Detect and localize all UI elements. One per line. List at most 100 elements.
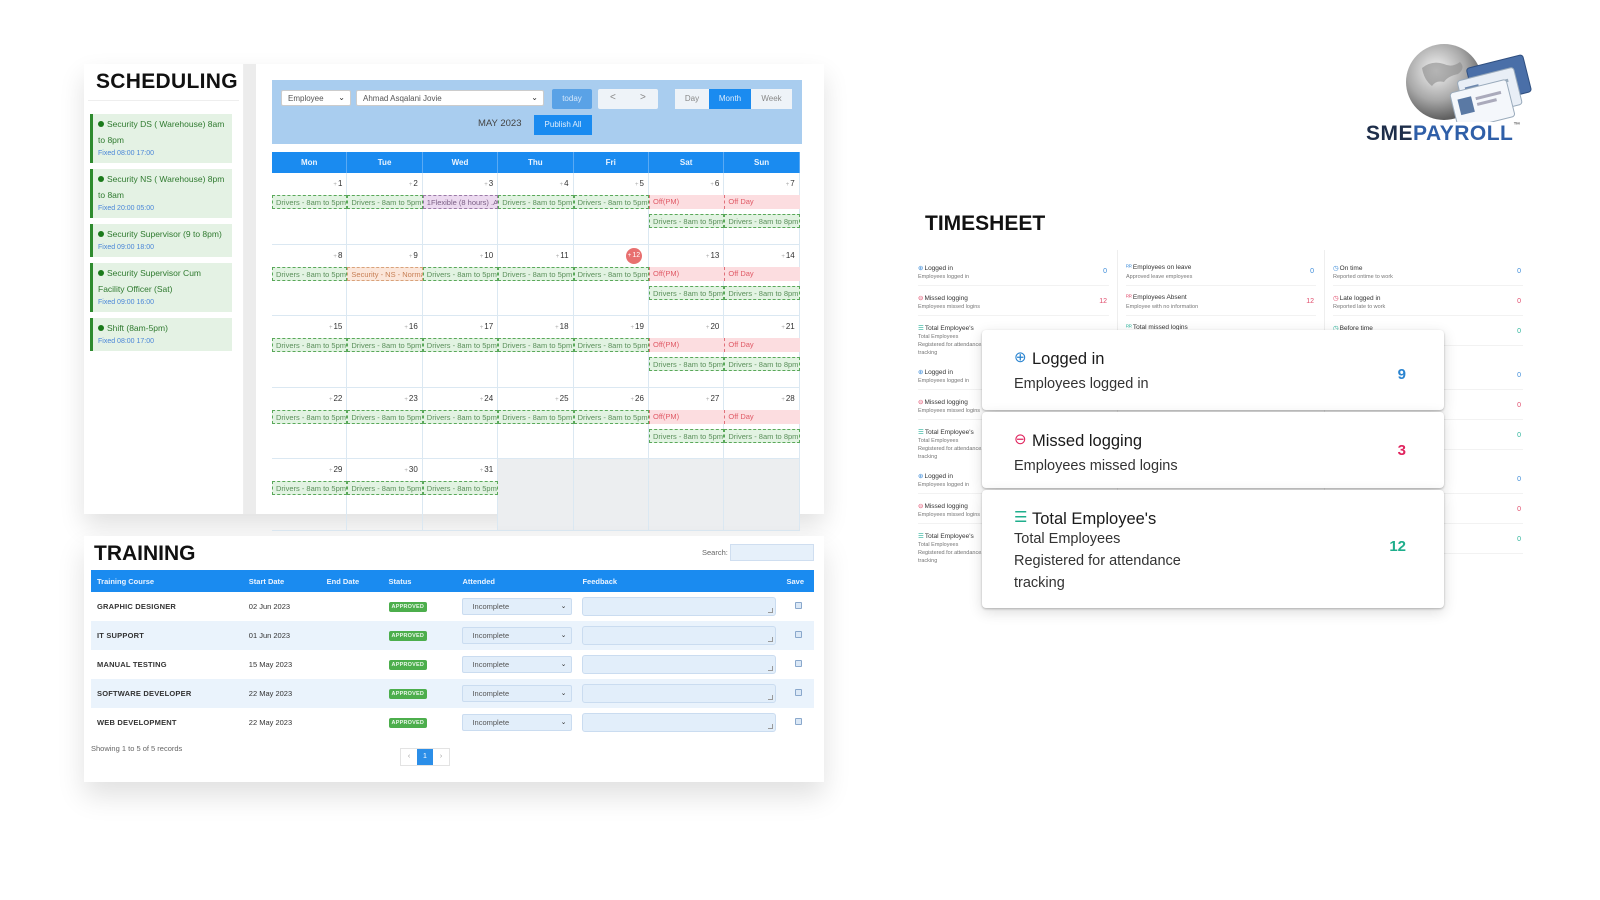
day-number[interactable]: 25 (555, 394, 569, 403)
shift-event[interactable]: Off(PM) (649, 266, 725, 281)
shift-event[interactable]: Drivers - 8am to 5pm (347, 338, 423, 352)
shift-event[interactable]: Security - NS - Normal (347, 266, 423, 281)
calendar-day[interactable] (648, 459, 725, 530)
stat-card-total-employee-s[interactable]: ☰ Total Employee's Total Employees Register… (982, 490, 1444, 608)
stat-row[interactable]: ⊕Logged in Employees logged in 0 (918, 256, 1109, 286)
day-number[interactable]: 21 (781, 322, 795, 331)
employee-select[interactable]: Ahmad Asqalani Jovie ⌄ (356, 90, 544, 106)
column-status[interactable]: Status (382, 570, 457, 592)
save-icon[interactable] (795, 689, 802, 696)
shift-event[interactable]: Drivers - 8am to 8pm (724, 285, 800, 300)
shift-event[interactable]: Drivers - 8am to 5pm (649, 428, 725, 443)
day-number[interactable]: 13 (706, 251, 719, 260)
save-icon[interactable] (795, 631, 802, 638)
column-feedback[interactable]: Feedback (576, 570, 781, 592)
stat-card-missed-logging[interactable]: ⊖ Missed logging Employees missed logins 3 (982, 412, 1444, 488)
shift-event[interactable]: Off Day (724, 338, 800, 352)
day-number[interactable]: 20 (706, 322, 719, 331)
sidebar-scrollbar[interactable] (244, 64, 256, 514)
shift-event[interactable]: Drivers - 8am to 8pm (724, 428, 800, 443)
shift-event[interactable]: Drivers - 8am to 5pm (498, 195, 574, 209)
calendar-day[interactable] (498, 459, 574, 530)
shift-event[interactable]: Drivers - 8am to 5pm (422, 481, 499, 495)
day-number[interactable]: 7 (786, 179, 794, 188)
shift-event[interactable]: Drivers - 8am to 5pm (498, 338, 574, 352)
day-number[interactable]: 11 (556, 251, 568, 260)
shift-event[interactable]: Drivers - 8am to 5pm (272, 195, 348, 209)
attended-select[interactable]: Incomplete ⌄ (462, 714, 573, 731)
shift-event[interactable]: Drivers - 8am to 5pm (573, 195, 649, 209)
shift-event[interactable]: Off Day (724, 266, 800, 281)
shift-event[interactable]: Off Day (724, 195, 800, 209)
day-number[interactable]: 3 (484, 179, 493, 188)
column-attended[interactable]: Attended (456, 570, 577, 592)
day-number[interactable]: 19 (631, 322, 644, 331)
day-number[interactable]: 31 (480, 465, 493, 474)
day-number[interactable]: 9 (409, 251, 417, 260)
column-training-course[interactable]: Training Course (91, 570, 243, 592)
attended-select[interactable]: Incomplete ⌄ (462, 598, 573, 615)
feedback-textarea[interactable] (582, 713, 777, 732)
day-number[interactable]: 29 (329, 465, 342, 474)
next-month-button[interactable]: > (640, 92, 646, 103)
shift-event[interactable]: Drivers - 8am to 5pm (272, 481, 348, 495)
feedback-textarea[interactable] (582, 684, 777, 703)
filter-type-select[interactable]: Employee ⌄ (281, 90, 351, 106)
today-day-number[interactable]: 12 (625, 247, 642, 264)
shift-event[interactable]: Drivers - 8am to 8pm (724, 214, 800, 228)
feedback-textarea[interactable] (582, 626, 777, 645)
shift-item[interactable]: Security Supervisor Cum Facility Officer… (90, 263, 232, 312)
calendar-day[interactable] (573, 459, 649, 530)
shift-event[interactable]: Drivers - 8am to 5pm (498, 266, 574, 281)
column-save[interactable]: Save (780, 570, 814, 592)
day-number[interactable]: 17 (480, 322, 493, 331)
prev-month-button[interactable]: < (610, 92, 616, 103)
day-number[interactable]: 14 (781, 251, 795, 260)
day-number[interactable]: 30 (404, 465, 418, 474)
day-number[interactable]: 5 (635, 179, 644, 188)
day-number[interactable]: 18 (555, 322, 569, 331)
stat-row[interactable]: ᴿᴿEmployees on leave Approved leave emplo… (1126, 256, 1316, 286)
shift-event[interactable]: Drivers - 8am to 5pm (573, 409, 649, 424)
stat-row[interactable]: ᴿᴿEmployees Absent Employee with no infor… (1126, 286, 1316, 316)
column-end-date[interactable]: End Date (320, 570, 383, 592)
shift-event[interactable]: Drivers - 8am to 8pm (724, 357, 800, 371)
day-number[interactable]: 1 (333, 179, 342, 188)
stat-card-logged-in[interactable]: ⊕ Logged in Employees logged in 9 (982, 330, 1444, 410)
stat-row[interactable]: ◷Late logged in Reported late to work 0 (1333, 286, 1523, 316)
shift-event[interactable]: Drivers - 8am to 5pm (573, 266, 649, 281)
day-number[interactable]: 4 (560, 179, 568, 188)
shift-event[interactable]: Drivers - 8am to 5pm (422, 338, 499, 352)
stat-row[interactable]: ⊖Missed logging Employees missed logins 12 (918, 286, 1109, 316)
day-number[interactable]: 2 (409, 179, 417, 188)
feedback-textarea[interactable] (582, 655, 777, 674)
shift-event[interactable]: Drivers - 8am to 5pm (649, 214, 725, 228)
shift-item[interactable]: Security Supervisor (9 to 8pm) Fixed 09:0… (90, 224, 232, 257)
day-number[interactable]: 6 (710, 179, 719, 188)
search-input[interactable] (730, 544, 814, 561)
save-icon[interactable] (795, 660, 802, 667)
page-1-button[interactable]: 1 (417, 749, 433, 765)
column-start-date[interactable]: Start Date (242, 570, 321, 592)
shift-event[interactable]: Drivers - 8am to 5pm (347, 481, 423, 495)
publish-all-button[interactable]: Publish All (534, 115, 592, 135)
day-number[interactable]: 15 (329, 322, 342, 331)
view-day-button[interactable]: Day (675, 89, 709, 109)
shift-list[interactable]: Security DS ( Warehouse) 8am to 8pm Fixed… (90, 114, 232, 352)
shift-event[interactable]: Drivers - 8am to 5pm (649, 357, 725, 371)
shift-item[interactable]: Shift (8am-5pm) Fixed 08:00 17:00 (90, 318, 232, 351)
day-number[interactable]: 26 (631, 394, 644, 403)
save-icon[interactable] (795, 718, 802, 725)
prev-page-button[interactable]: ‹ (401, 749, 417, 765)
shift-event[interactable]: 1Flexible (8 hours) .Al (422, 195, 499, 209)
day-number[interactable]: 8 (333, 251, 342, 260)
shift-event[interactable]: Drivers - 8am to 5pm (272, 409, 348, 424)
feedback-textarea[interactable] (582, 597, 777, 616)
shift-event[interactable]: Off(PM) (649, 338, 725, 352)
day-number[interactable]: 28 (781, 394, 795, 403)
attended-select[interactable]: Incomplete ⌄ (462, 627, 573, 644)
shift-event[interactable]: Off Day (724, 409, 800, 424)
save-icon[interactable] (795, 602, 802, 609)
day-number[interactable]: 27 (706, 394, 719, 403)
shift-event[interactable]: Drivers - 8am to 5pm (573, 338, 649, 352)
